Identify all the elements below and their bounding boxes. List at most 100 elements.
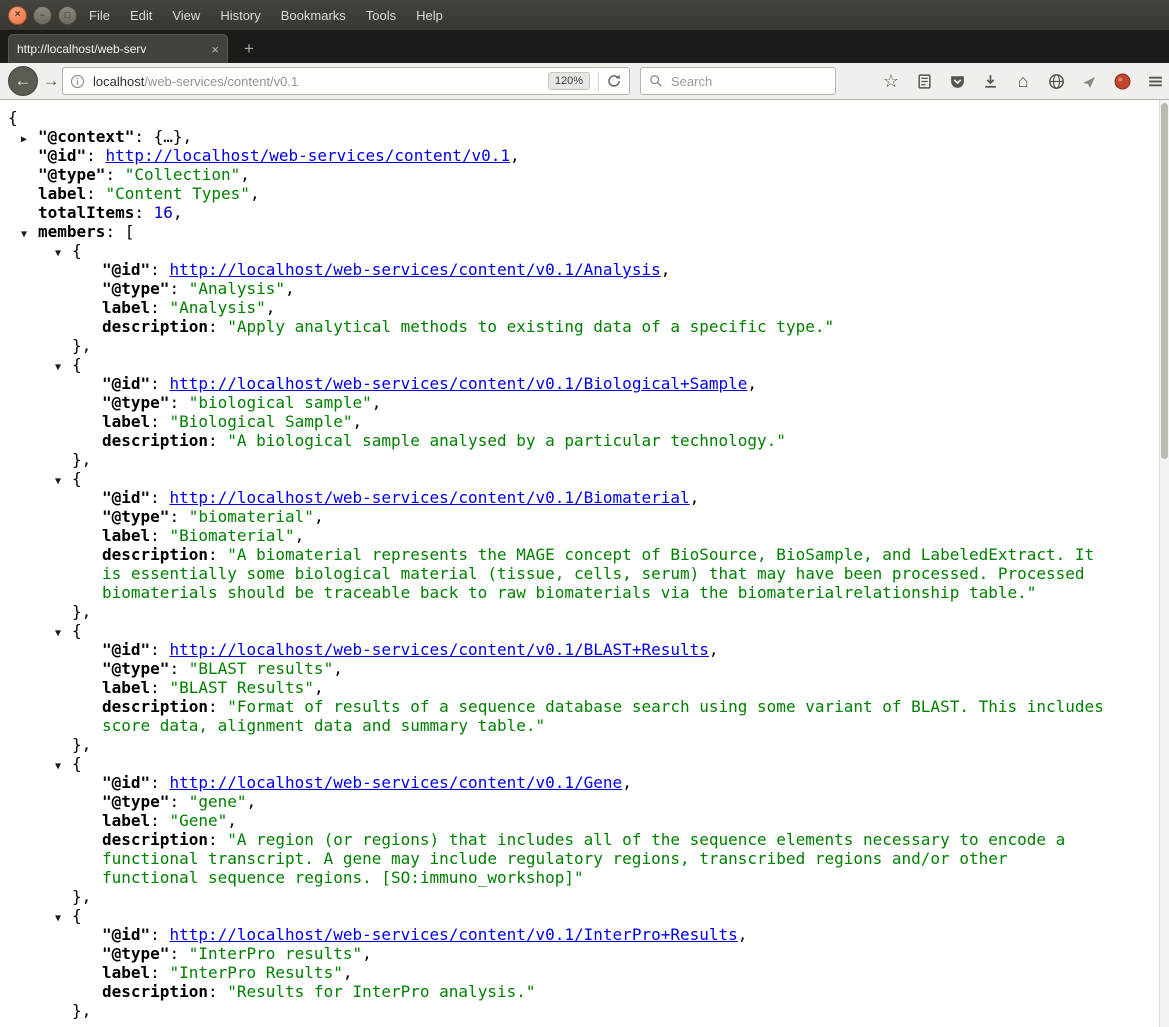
menu-item-edit[interactable]: Edit: [130, 8, 152, 23]
member-object: ▼{ "@id": http://localhost/web-services/…: [8, 355, 1110, 469]
members-list: ▼{ "@id": http://localhost/web-services/…: [8, 241, 1110, 1020]
window-close-button[interactable]: ×: [8, 5, 27, 25]
punctuation: :: [207, 431, 228, 450]
json-key: "@id": [102, 488, 151, 507]
punctuation: :: [169, 279, 189, 298]
member-row-label: label: "Biomaterial",: [8, 526, 1110, 545]
back-button[interactable]: ←: [8, 66, 38, 96]
pocket-icon[interactable]: [947, 72, 967, 92]
punctuation: {: [72, 241, 82, 260]
menu-item-bookmarks[interactable]: Bookmarks: [281, 8, 346, 23]
zoom-indicator[interactable]: 120%: [547, 72, 590, 90]
scrollbar-thumb[interactable]: [1161, 103, 1168, 459]
info-icon[interactable]: [70, 74, 85, 89]
member-open: ▼{: [8, 241, 1110, 260]
json-string: "Biological Sample": [169, 412, 353, 431]
punctuation: :: [150, 640, 170, 659]
globe-icon[interactable]: [1046, 72, 1066, 92]
menu-item-file[interactable]: File: [89, 8, 110, 23]
window-controls: × − □: [8, 5, 77, 25]
json-key: "@type": [102, 659, 170, 678]
member-open: ▼{: [8, 754, 1110, 773]
member-row-label: label: "Gene",: [8, 811, 1110, 830]
extension-icon-red[interactable]: [1112, 72, 1132, 92]
punctuation: :: [207, 697, 228, 716]
back-arrow-icon: ←: [14, 71, 32, 90]
member-row-description: description: "A biological sample analys…: [8, 431, 1110, 450]
punctuation: :: [150, 678, 170, 697]
menu-item-help[interactable]: Help: [416, 8, 443, 23]
window-minimize-button[interactable]: −: [33, 5, 52, 25]
punctuation: ,: [362, 944, 372, 963]
member-id-link[interactable]: http://localhost/web-services/content/v0…: [169, 374, 747, 393]
menu-item-tools[interactable]: Tools: [366, 8, 396, 23]
forward-button[interactable]: →: [41, 71, 61, 91]
home-icon[interactable]: ⌂: [1013, 71, 1033, 92]
punctuation: :: [150, 298, 170, 317]
json-viewer: { ▶ "@context": {…}, "@id": http://localh…: [0, 100, 1159, 1027]
punctuation: :: [134, 203, 154, 222]
new-tab-button[interactable]: +: [236, 36, 262, 61]
browser-window: × − □ File Edit View History Bookmarks T…: [0, 0, 1169, 1027]
url-bar[interactable]: localhost/web-services/content/v0.1 120%: [62, 67, 630, 95]
punctuation: :: [150, 925, 170, 944]
tab-bar: http://localhost/web-serv × +: [0, 30, 1169, 63]
punctuation: ,: [747, 374, 758, 393]
member-id-link[interactable]: http://localhost/web-services/content/v0…: [169, 773, 622, 792]
punctuation: {: [72, 469, 82, 488]
search-icon: [649, 74, 663, 88]
tab-close-icon[interactable]: ×: [211, 42, 219, 57]
maximize-icon: □: [64, 9, 71, 20]
menu-item-history[interactable]: History: [220, 8, 260, 23]
json-string: "InterPro Results": [169, 963, 343, 982]
json-string: "A biomaterial represents the MAGE conce…: [102, 545, 1104, 602]
json-key: "@type": [102, 792, 170, 811]
punctuation: ,: [352, 412, 363, 431]
minimize-icon: −: [39, 9, 46, 20]
json-string: "A region (or regions) that includes all…: [102, 830, 1075, 887]
extension-icon-gray[interactable]: [1079, 72, 1099, 92]
punctuation: },: [72, 602, 92, 621]
search-input[interactable]: [669, 72, 823, 90]
json-key: "@id": [102, 260, 151, 279]
json-key: label: [102, 678, 151, 697]
json-key: description: [102, 317, 208, 336]
json-string: "Content Types": [105, 184, 250, 203]
tab-active[interactable]: http://localhost/web-serv ×: [8, 34, 228, 63]
member-id-link[interactable]: http://localhost/web-services/content/v0…: [169, 640, 708, 659]
member-open: ▼{: [8, 621, 1110, 640]
member-row-type: "@type": "BLAST results",: [8, 659, 1110, 678]
member-id-link[interactable]: http://localhost/web-services/content/v0…: [169, 260, 660, 279]
member-id-link[interactable]: http://localhost/web-services/content/v0…: [169, 488, 689, 507]
root-id-link[interactable]: http://localhost/web-services/content/v0…: [105, 146, 510, 165]
json-row-totalitems: totalItems: 16,: [8, 203, 1110, 222]
json-key: "@id": [102, 773, 151, 792]
punctuation: ,: [510, 146, 520, 165]
member-id-link[interactable]: http://localhost/web-services/content/v0…: [169, 925, 737, 944]
member-row-description: description: "A region (or regions) that…: [8, 830, 1110, 887]
punctuation: ,: [622, 773, 632, 792]
punctuation: },: [72, 450, 92, 469]
downloads-icon[interactable]: [980, 72, 1000, 92]
json-string: "InterPro results": [188, 944, 363, 963]
punctuation: ,: [265, 298, 276, 317]
json-key: description: [102, 697, 208, 716]
window-maximize-button[interactable]: □: [58, 5, 77, 25]
json-key: totalItems: [38, 203, 135, 222]
punctuation: :: [207, 545, 228, 564]
punctuation: {: [72, 754, 82, 773]
collapsed-object-value[interactable]: {…},: [154, 127, 193, 146]
forward-arrow-icon: →: [42, 71, 60, 90]
punctuation: :: [150, 260, 170, 279]
json-key: "@id": [102, 374, 151, 393]
bookmark-star-icon[interactable]: ☆: [881, 71, 901, 92]
reload-button[interactable]: [606, 73, 622, 89]
menu-item-view[interactable]: View: [172, 8, 200, 23]
bookmarks-menu-icon[interactable]: [914, 72, 934, 92]
vertical-scrollbar[interactable]: [1159, 100, 1169, 1027]
menu-hamburger-icon[interactable]: [1145, 72, 1165, 92]
punctuation: :: [150, 488, 170, 507]
punctuation: {: [72, 355, 82, 374]
punctuation: :: [86, 184, 106, 203]
json-row-label: label: "Content Types",: [8, 184, 1110, 203]
